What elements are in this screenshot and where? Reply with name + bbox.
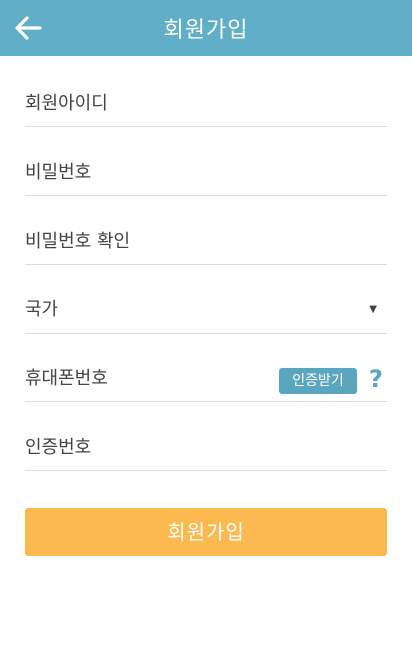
app-header: 회원가입 xyxy=(0,0,412,56)
request-verification-button[interactable]: 인증받기 xyxy=(279,368,357,394)
page-title: 회원가입 xyxy=(163,18,249,43)
user-id-input[interactable] xyxy=(25,80,387,126)
verification-code-input[interactable] xyxy=(25,424,387,470)
chevron-down-icon: ▼ xyxy=(369,304,377,315)
country-select[interactable]: 국가 ▼ xyxy=(25,287,387,334)
password-input[interactable] xyxy=(25,149,387,195)
help-icon[interactable]: ? xyxy=(365,364,387,394)
verification-code-field xyxy=(25,424,387,471)
signup-screen: 회원가입 국가 ▼ 인증받기 ? 회원가입 xyxy=(0,0,412,659)
password-confirm-field xyxy=(25,218,387,265)
password-field xyxy=(25,149,387,196)
password-confirm-input[interactable] xyxy=(25,218,387,264)
signup-button[interactable]: 회원가입 xyxy=(25,508,387,556)
user-id-field xyxy=(25,80,387,127)
phone-input[interactable] xyxy=(25,355,265,401)
phone-field: 인증받기 ? xyxy=(25,355,387,402)
country-select-value: 국가 xyxy=(25,299,59,320)
